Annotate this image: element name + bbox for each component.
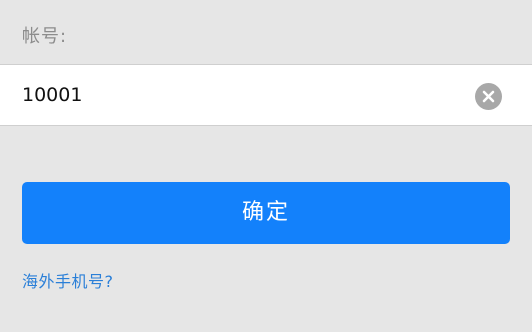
confirm-button[interactable]: 确定	[22, 182, 510, 244]
clear-button[interactable]	[475, 83, 502, 110]
account-input[interactable]	[22, 65, 462, 125]
account-label: 帐号:	[22, 26, 68, 47]
clear-circle-icon	[482, 90, 495, 103]
overseas-phone-link[interactable]: 海外手机号?	[22, 270, 114, 294]
account-input-row	[0, 64, 532, 126]
